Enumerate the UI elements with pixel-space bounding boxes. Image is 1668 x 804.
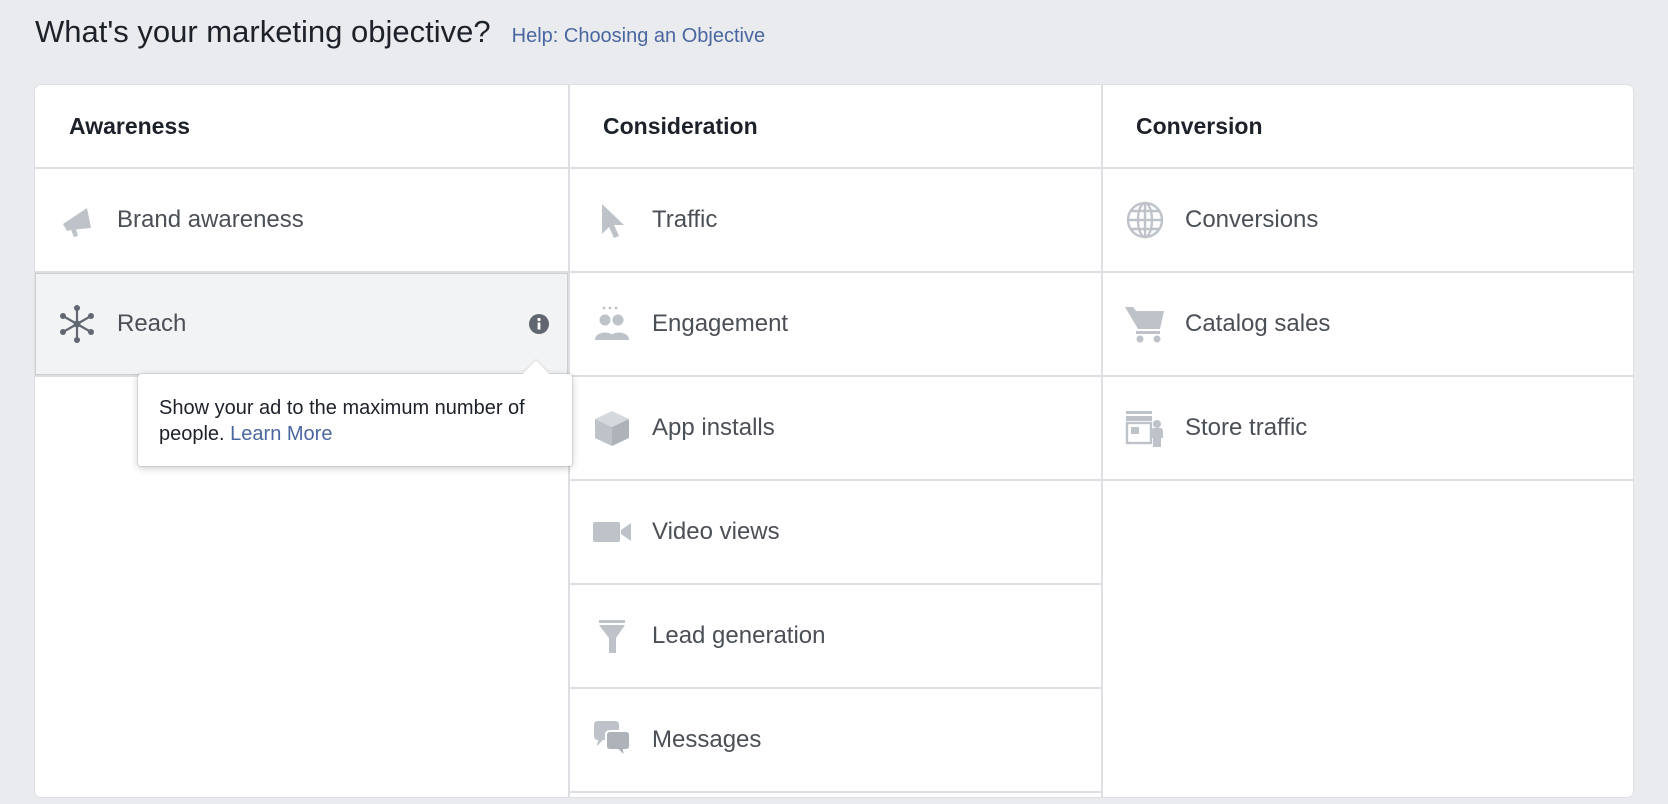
objective-label: Video views	[652, 518, 780, 545]
reach-tooltip: Show your ad to the maximum number of pe…	[138, 360, 572, 466]
people-icon	[590, 302, 634, 346]
info-icon[interactable]	[528, 313, 550, 335]
video-camera-icon	[590, 510, 634, 554]
box-icon	[590, 406, 634, 450]
chat-bubbles-icon	[590, 718, 634, 762]
help-link[interactable]: Help: Choosing an Objective	[512, 25, 765, 48]
objective-label: App installs	[652, 414, 775, 441]
column-heading-consideration: Consideration	[570, 85, 1101, 169]
funnel-icon	[590, 614, 634, 658]
objective-label: Conversions	[1185, 206, 1319, 233]
objective-conversions[interactable]: Conversions	[1103, 169, 1633, 273]
objective-label: Traffic	[652, 206, 718, 233]
learn-more-link[interactable]: Learn More	[230, 423, 332, 445]
objective-app-installs[interactable]: App installs	[570, 377, 1101, 481]
store-icon	[1123, 406, 1167, 450]
megaphone-icon	[55, 198, 99, 242]
objective-lead-generation[interactable]: Lead generation	[570, 585, 1101, 689]
reach-icon	[55, 302, 99, 346]
page-header: What's your marketing objective? Help: C…	[35, 14, 765, 50]
objective-label: Messages	[652, 726, 762, 753]
cart-icon	[1123, 302, 1167, 346]
objective-reach[interactable]: Reach	[35, 273, 568, 377]
column-heading-awareness: Awareness	[35, 85, 568, 169]
globe-icon	[1123, 198, 1167, 242]
objective-label: Engagement	[652, 310, 789, 337]
objective-label: Brand awareness	[117, 206, 304, 233]
column-heading-conversion: Conversion	[1103, 85, 1633, 169]
cursor-icon	[590, 198, 634, 242]
tooltip-text: Show your ad to the maximum number of pe…	[159, 397, 525, 445]
objective-label: Reach	[117, 310, 187, 337]
objective-label: Store traffic	[1185, 414, 1308, 441]
objective-label: Lead generation	[652, 622, 826, 649]
objective-traffic[interactable]: Traffic	[570, 169, 1101, 273]
objective-messages[interactable]: Messages	[570, 689, 1101, 793]
objective-brand-awareness[interactable]: Brand awareness	[35, 169, 568, 273]
objective-label: Catalog sales	[1185, 310, 1331, 337]
column-consideration: Consideration Traffic Engagement App ins…	[570, 85, 1103, 797]
column-conversion: Conversion Conversions Catalog sales Sto…	[1103, 85, 1633, 797]
objective-catalog-sales[interactable]: Catalog sales	[1103, 273, 1633, 377]
page-title: What's your marketing objective?	[35, 14, 491, 49]
objective-engagement[interactable]: Engagement	[570, 273, 1101, 377]
objective-store-traffic[interactable]: Store traffic	[1103, 377, 1633, 481]
objective-video-views[interactable]: Video views	[570, 481, 1101, 585]
